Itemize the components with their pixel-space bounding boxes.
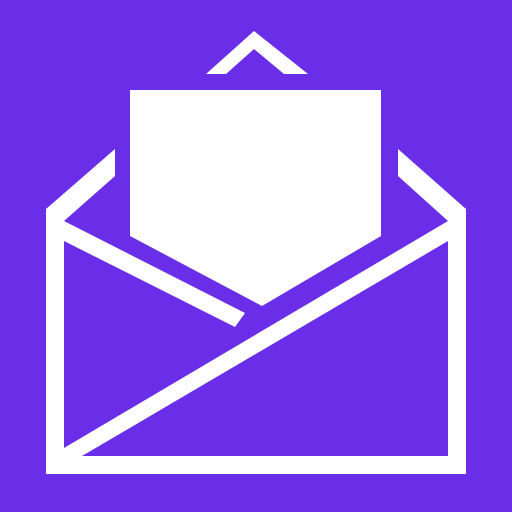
app-icon-canvas — [0, 0, 512, 512]
letter-sheet — [130, 90, 381, 306]
open-envelope-icon — [46, 31, 466, 474]
chevron-up-mark — [206, 31, 308, 74]
